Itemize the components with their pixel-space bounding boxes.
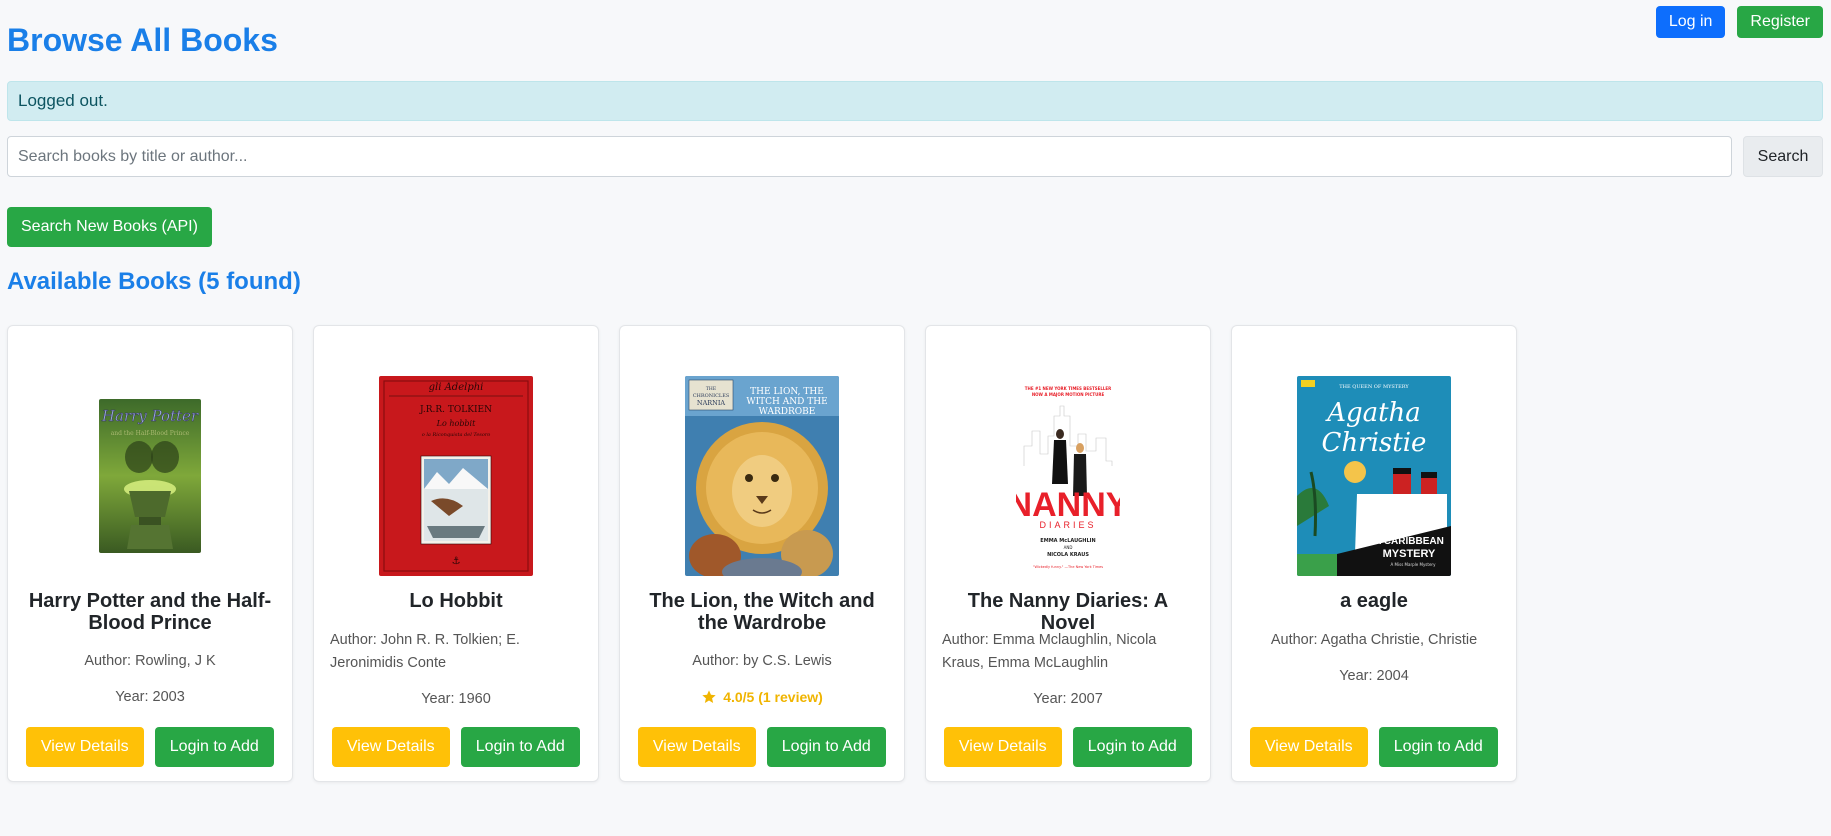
book-year: Year: 1960 [421,691,491,707]
cover-tag: THE QUEEN OF MYSTERY [1339,384,1409,390]
svg-text:EMMA McLAUGHLIN: EMMA McLAUGHLIN [1040,538,1095,544]
cover-title: NANNY [1016,486,1120,524]
svg-text:Christie: Christie [1322,428,1427,458]
svg-text:THE LION, THE: THE LION, THE [750,387,824,397]
login-to-add-button[interactable]: Login to Add [1072,727,1192,767]
login-to-add-button[interactable]: Login to Add [1378,727,1498,767]
svg-text:THE #1 NEW YORK TIMES BESTSELL: THE #1 NEW YORK TIMES BESTSELLER [1025,386,1111,391]
login-to-add-button[interactable]: Login to Add [766,727,886,767]
login-to-add-button[interactable]: Login to Add [460,727,580,767]
book-card: gli Adelphi J.R.R. TOLKIEN Lo hobbit o l… [313,325,599,782]
book-title: The Nanny Diaries: A Novel [967,590,1169,634]
book-author: Author: Rowling, J K [84,653,216,669]
login-to-add-button[interactable]: Login to Add [154,727,274,767]
book-cover-image: THE CHRONICLES NARNIA THE LION, THE WITC… [685,376,839,576]
login-button[interactable]: Log in [1655,6,1726,38]
book-cover-image: THE #1 NEW YORK TIMES BESTSELLER NOW A M… [1016,376,1120,576]
cover-subtitle: A Miss Marple Mystery [1391,562,1437,567]
book-card: THE CHRONICLES NARNIA THE LION, THE WITC… [619,325,905,782]
book-title: Harry Potter and the Half-Blood Prince [28,590,272,634]
svg-text:A CARIBBEAN: A CARIBBEAN [1374,536,1444,547]
svg-text:Agatha: Agatha [1325,398,1421,428]
svg-text:NOW A MAJOR MOTION PICTURE: NOW A MAJOR MOTION PICTURE [1032,392,1105,397]
book-title: Lo Hobbit [409,590,503,612]
cover-publisher: gli Adelphi [429,382,484,393]
view-details-button[interactable]: View Details [944,727,1062,767]
svg-text:⚓: ⚓ [452,556,461,567]
svg-text:Harry Potter: Harry Potter [101,407,199,425]
book-author: Author: John R. R. Tolkien; E. Jeronimid… [330,632,520,671]
book-cover-image: gli Adelphi J.R.R. TOLKIEN Lo hobbit o l… [379,376,533,576]
cover-subtitle: DIARIES [1039,520,1096,530]
view-details-button[interactable]: View Details [1250,727,1368,767]
svg-text:"Wickedly funny." —The New Yor: "Wickedly funny." —The New York Times [1033,565,1103,569]
search-row: Search [7,136,1823,177]
book-rating: 4.0/5 (1 review) [620,689,904,705]
cover-title: Lo hobbit [436,419,476,428]
book-title: a eagle [1340,590,1408,612]
page-title: Browse All Books [7,22,278,58]
star-icon [702,690,716,703]
book-year: Year: 2003 [115,689,185,705]
cover-author: J.R.R. TOLKIEN [419,405,492,415]
book-cover-image: Harry Potter and the Half-Blood Prince [99,399,201,553]
section-title: Available Books (5 found) [7,268,301,295]
search-input[interactable] [7,136,1732,177]
search-new-books-api-button[interactable]: Search New Books (API) [7,207,212,247]
register-button[interactable]: Register [1737,6,1823,38]
svg-text:AND: AND [1064,545,1073,550]
book-author: Author: Emma Mclaughlin, Nicola Kraus, E… [942,632,1157,671]
cover-subtitle: o la Riconquista del Tesoro [422,432,491,438]
book-title: The Lion, the Witch and the Wardrobe [649,590,875,634]
book-card: Harry Potter and the Half-Blood Prince H… [7,325,293,782]
svg-text:WARDROBE: WARDROBE [759,407,816,417]
svg-text:and the Half-Blood Prince: and the Half-Blood Prince [111,430,190,437]
status-alert: Logged out. [7,81,1823,121]
svg-text:MYSTERY: MYSTERY [1383,548,1436,560]
book-card: THE #1 NEW YORK TIMES BESTSELLER NOW A M… [925,325,1211,782]
search-button[interactable]: Search [1743,136,1823,177]
book-cover-image: THE QUEEN OF MYSTERY Agatha Christie A C… [1297,376,1451,576]
view-details-button[interactable]: View Details [638,727,756,767]
auth-bar: Log in Register [1655,6,1823,38]
svg-text:NICOLA KRAUS: NICOLA KRAUS [1047,552,1089,558]
view-details-button[interactable]: View Details [332,727,450,767]
book-year: Year: 2007 [1033,691,1103,707]
book-card: THE QUEEN OF MYSTERY Agatha Christie A C… [1231,325,1517,782]
svg-text:THE: THE [706,386,716,392]
book-list: Harry Potter and the Half-Blood Prince H… [7,325,1517,782]
book-year: Year: 2004 [1339,668,1409,684]
book-author: Author: Agatha Christie, Christie [1270,632,1478,648]
view-details-button[interactable]: View Details [26,727,144,767]
svg-text:NARNIA: NARNIA [697,399,726,407]
book-author: Author: by C.S. Lewis [692,653,832,669]
book-rating-text: 4.0/5 (1 review) [723,689,823,705]
svg-text:WITCH AND THE: WITCH AND THE [746,397,827,407]
